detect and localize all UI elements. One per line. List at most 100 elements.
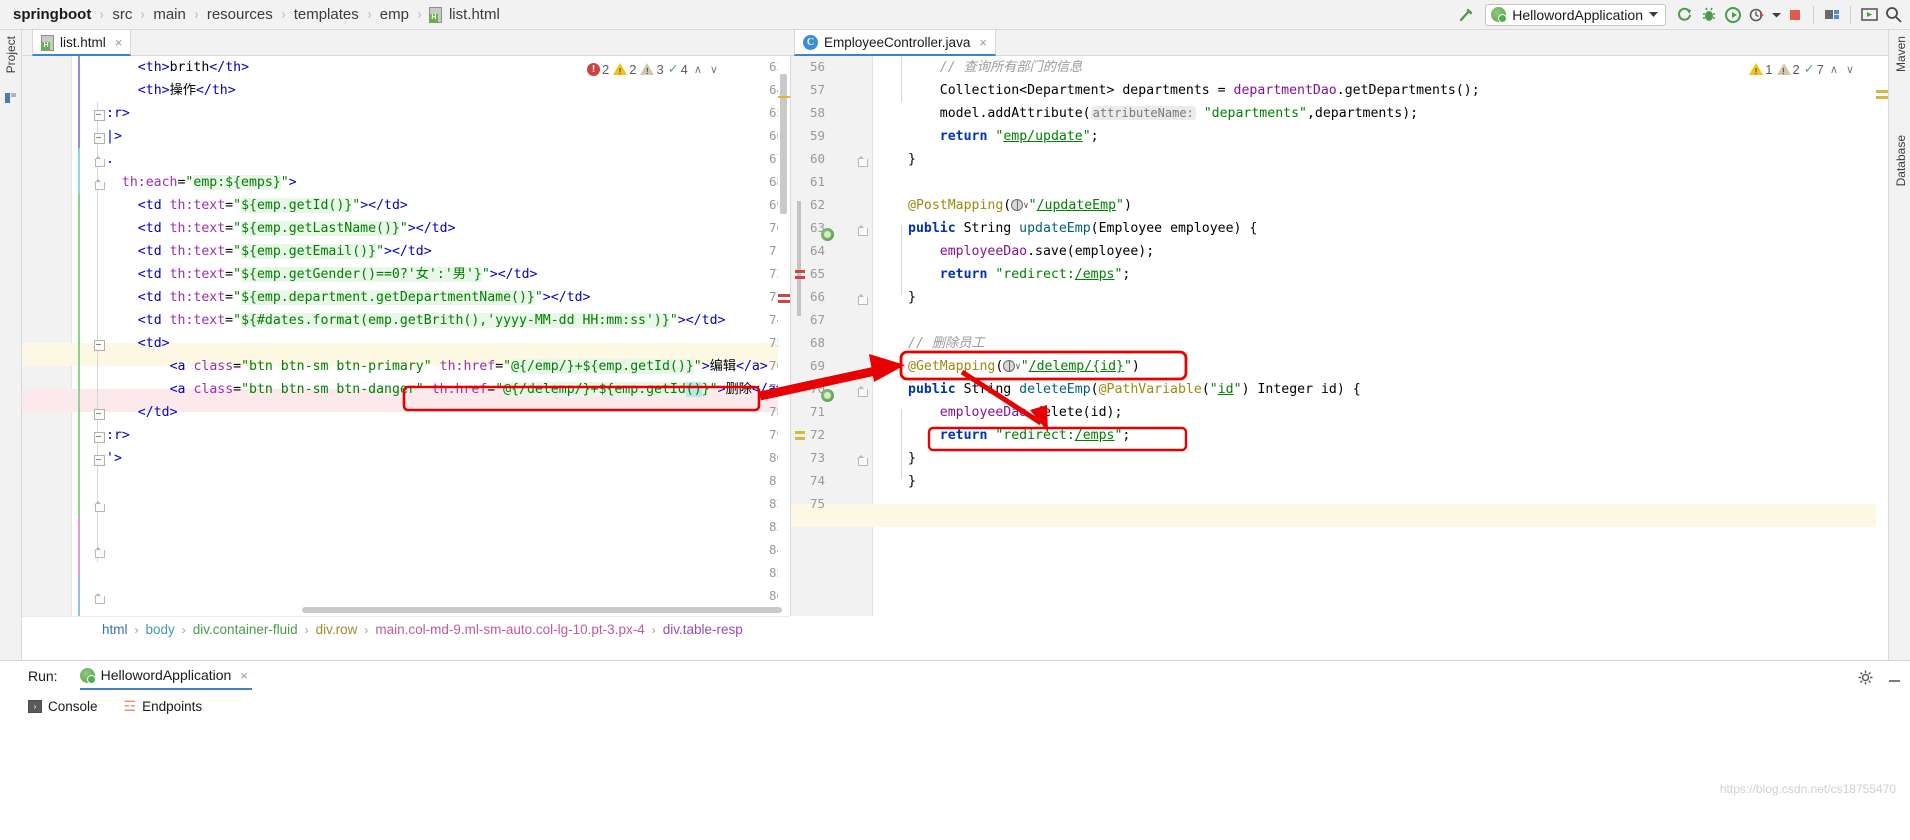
profiler-icon[interactable]	[1746, 4, 1768, 26]
code-line[interactable]: <td th:text="${emp.getGender()==0?'女':'男…	[72, 263, 537, 286]
run-configuration-selector[interactable]: HellowordApplication	[1485, 3, 1666, 26]
code-line[interactable]: model.addAttribute(attributeName: "depar…	[873, 102, 1418, 125]
code-line[interactable]: <a class="btn btn-sm btn-danger" th:href…	[72, 378, 784, 401]
code-line[interactable]: employeeDao.delete(id);	[873, 401, 1123, 424]
code-line[interactable]: // 查询所有部门的信息	[873, 56, 1083, 79]
next-problem-icon[interactable]: ∨	[708, 63, 720, 76]
code-line[interactable]: <td th:text="${emp.department.getDepartm…	[72, 286, 590, 309]
warning-count[interactable]: 2	[613, 62, 636, 77]
minimize-icon[interactable]	[1887, 670, 1902, 688]
scrollbar-thumb[interactable]	[780, 74, 787, 214]
code-line[interactable]: <a class="btn btn-sm btn-primary" th:hre…	[72, 355, 768, 378]
search-icon[interactable]	[1882, 4, 1904, 26]
scrollbar-left[interactable]	[778, 56, 790, 616]
error-count[interactable]: ! 2	[587, 62, 609, 77]
profiler-dropdown-icon[interactable]	[1770, 4, 1782, 26]
breadcrumb-container[interactable]: div.container-fluid	[191, 622, 300, 637]
code-line[interactable]: :r>	[72, 424, 130, 447]
rerun-icon[interactable]	[1674, 4, 1696, 26]
project-panel-icon[interactable]	[5, 92, 17, 107]
code-line[interactable]: .	[72, 148, 114, 171]
typo-count[interactable]: ✓ 7	[1804, 61, 1824, 77]
breadcrumb-templates[interactable]: templates	[291, 6, 362, 23]
code-line[interactable]: return "emp/update";	[873, 125, 1099, 148]
scrollbar-thumb[interactable]	[302, 607, 782, 613]
run-button-console[interactable]: › Console	[28, 699, 98, 714]
next-problem-icon[interactable]: ∨	[1844, 63, 1856, 76]
gutter-left[interactable]	[22, 56, 72, 616]
gear-icon[interactable]	[1858, 670, 1873, 688]
fold-marker[interactable]	[857, 386, 868, 397]
code-line[interactable]: Collection<Department> departments = dep…	[873, 79, 1480, 102]
breadcrumb-file[interactable]: list.html	[446, 6, 503, 23]
previous-problem-icon[interactable]: ∧	[1828, 63, 1840, 76]
run-button-endpoints[interactable]: ☲ Endpoints	[124, 698, 203, 715]
breadcrumb-src[interactable]: src	[109, 6, 135, 23]
code-line[interactable]: public String updateEmp(Employee employe…	[873, 217, 1257, 240]
presentation-icon[interactable]	[1858, 4, 1880, 26]
sidebar-item-maven[interactable]: Maven	[1894, 36, 1908, 72]
code-line[interactable]: |>	[72, 125, 122, 148]
code-line[interactable]	[72, 493, 106, 516]
code-line[interactable]: <td th:text="${emp.getEmail()}"></td>	[72, 240, 432, 263]
code-line[interactable]: '>	[72, 447, 122, 470]
code-line[interactable]: @GetMapping(∨"/delemp/{id}")	[873, 355, 1140, 378]
hammer-icon[interactable]	[1455, 4, 1477, 26]
code-line[interactable]: employeeDao.save(employee);	[873, 240, 1154, 263]
sidebar-item-database[interactable]: Database	[1894, 135, 1908, 186]
run-with-coverage-icon[interactable]	[1722, 4, 1744, 26]
editor-pane-right[interactable]: 56 57 58 59 60 61 62 63 64 65 66 67 68 69 70 71 72 73 74 75…	[790, 56, 1888, 616]
code-line[interactable]	[72, 539, 106, 562]
code-line[interactable]	[72, 562, 106, 585]
code-line[interactable]: <th>brith</th>	[72, 56, 249, 79]
web-mapping-icon[interactable]: ∨	[1011, 198, 1029, 213]
code-line[interactable]: </td>	[72, 401, 178, 424]
code-line[interactable]: }	[873, 447, 916, 470]
fold-marker[interactable]	[857, 455, 868, 466]
code-line[interactable]: th:each="emp:${emps}">	[72, 171, 297, 194]
code-line[interactable]: <th>操作</th>	[72, 79, 236, 102]
sidebar-item-project[interactable]: Project	[4, 36, 18, 73]
previous-problem-icon[interactable]: ∧	[692, 63, 704, 76]
inspection-widget-right[interactable]: 1 2 ✓ 7 ∧ ∨	[1749, 61, 1856, 77]
horizontal-scrollbar-left[interactable]	[72, 606, 782, 614]
close-icon[interactable]: ×	[237, 668, 248, 683]
project-structure-icon[interactable]	[1821, 4, 1843, 26]
typo-count[interactable]: ✓ 4	[668, 61, 688, 77]
code-line[interactable]	[873, 309, 908, 332]
code-line[interactable]	[873, 493, 908, 516]
stop-icon[interactable]	[1784, 4, 1806, 26]
code-line[interactable]	[72, 585, 106, 608]
tab-list-html[interactable]: list.html ×	[32, 30, 132, 56]
breadcrumb-main[interactable]: main	[150, 6, 189, 23]
scrollbar-right[interactable]	[1876, 56, 1888, 616]
run-gutter-icon[interactable]	[821, 228, 834, 241]
code-line[interactable]: }	[873, 286, 916, 309]
breadcrumb-project[interactable]: springboot	[10, 6, 94, 23]
breadcrumb-resources[interactable]: resources	[204, 6, 276, 23]
code-line[interactable]	[873, 171, 908, 194]
code-line[interactable]: // 删除员工	[873, 332, 985, 355]
code-line[interactable]: }	[873, 148, 916, 171]
editor-pane-left[interactable]: 63 64 65 66 67 68 69 70 71 72 73 74 75 76 77 78 79 80 81 82…	[22, 56, 790, 616]
code-line[interactable]: return "redirect:/emps";	[873, 424, 1131, 447]
fold-marker[interactable]	[857, 156, 868, 167]
code-line[interactable]: return "redirect:/emps";	[873, 263, 1131, 286]
code-line[interactable]: <td>	[72, 332, 170, 355]
breadcrumb-main[interactable]: main.col-md-9.ml-sm-auto.col-lg-10.pt-3.…	[373, 622, 646, 637]
code-line[interactable]	[72, 470, 106, 493]
breadcrumb-emp[interactable]: emp	[377, 6, 412, 23]
close-icon[interactable]: ×	[112, 35, 123, 50]
fold-marker[interactable]	[857, 294, 868, 305]
fold-marker[interactable]	[857, 225, 868, 236]
weak-warning-count[interactable]: 2	[1776, 62, 1800, 77]
warning-count[interactable]: 1	[1749, 62, 1773, 77]
run-gutter-icon[interactable]	[821, 389, 834, 402]
code-line[interactable]	[72, 516, 106, 539]
run-tab-helloword[interactable]: HellowordApplication ×	[79, 662, 252, 690]
tab-employee-controller[interactable]: C EmployeeController.java ×	[794, 30, 996, 56]
code-line[interactable]: <td th:text="${emp.getId()}"></td>	[72, 194, 408, 217]
web-mapping-icon[interactable]: ∨	[1003, 359, 1021, 374]
code-line[interactable]: <td th:text="${#dates.format(emp.getBrit…	[72, 309, 725, 332]
code-line[interactable]: public String deleteEmp(@PathVariable("i…	[873, 378, 1361, 401]
